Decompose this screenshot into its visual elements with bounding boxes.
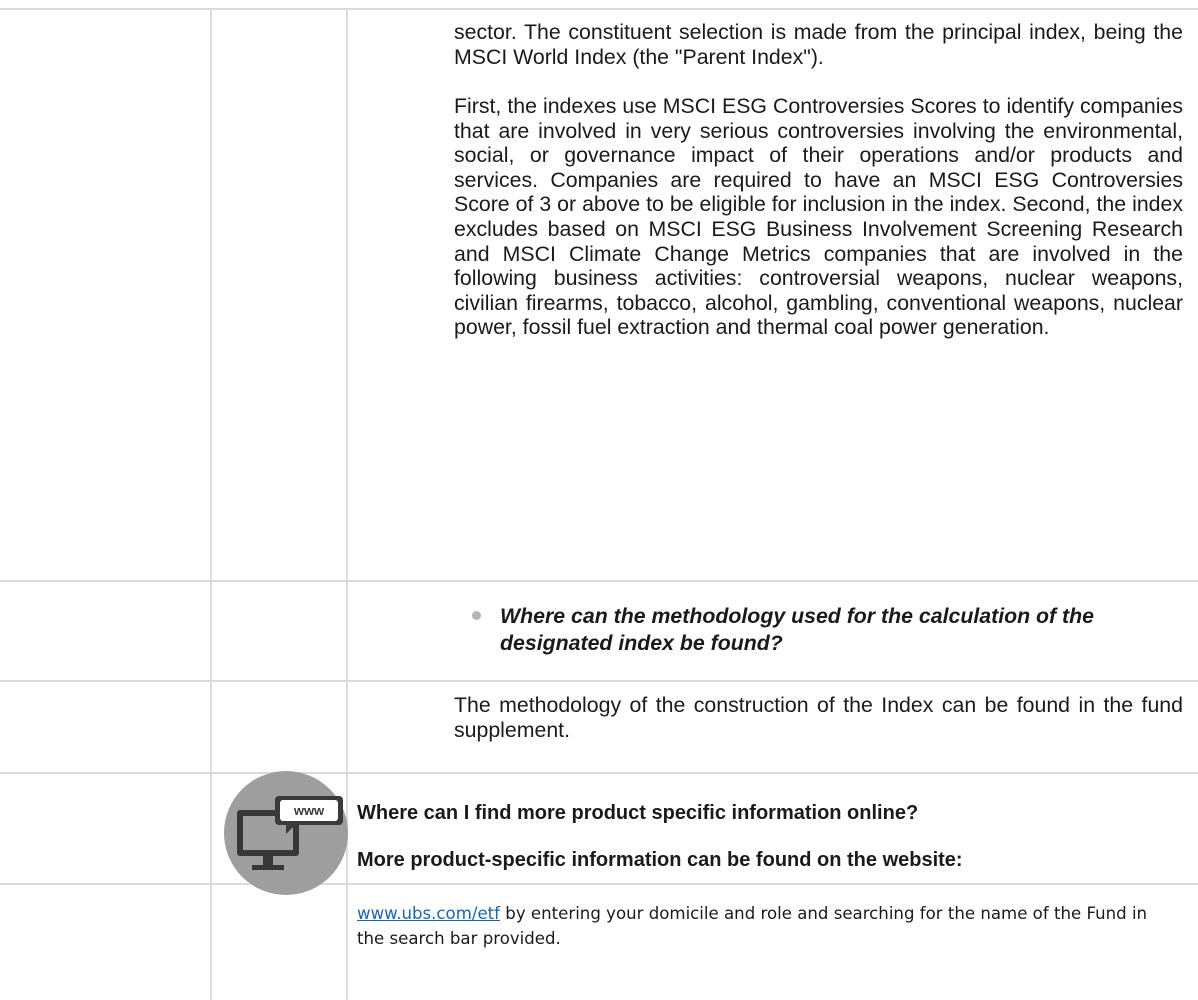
online-info-question: Where can I find more product specific i…: [357, 802, 919, 824]
row-divider-1: [0, 580, 1198, 582]
bullet-icon: [472, 611, 481, 620]
document-page: sector. The constituent selection is mad…: [0, 0, 1198, 1000]
website-link[interactable]: www.ubs.com/etf: [357, 904, 500, 923]
row-divider-3: [0, 772, 1198, 774]
index-description-paragraph-1: sector. The constituent selection is mad…: [454, 20, 1183, 69]
methodology-answer: The methodology of the construction of t…: [454, 693, 1183, 742]
www-monitor-icon: www: [223, 770, 350, 897]
website-paragraph: www.ubs.com/etf by entering your domicil…: [357, 901, 1177, 951]
online-info-answer: More product-specific information can be…: [357, 849, 963, 871]
row-divider-2: [0, 680, 1198, 682]
column-divider-1: [210, 8, 212, 1000]
methodology-question: Where can the methodology used for the c…: [500, 604, 1095, 655]
row-divider-4: [0, 883, 1198, 885]
www-icon-label: www: [293, 803, 325, 818]
index-description-paragraph-2: First, the indexes use MSCI ESG Controve…: [454, 94, 1183, 340]
table-top-border: [0, 8, 1198, 10]
